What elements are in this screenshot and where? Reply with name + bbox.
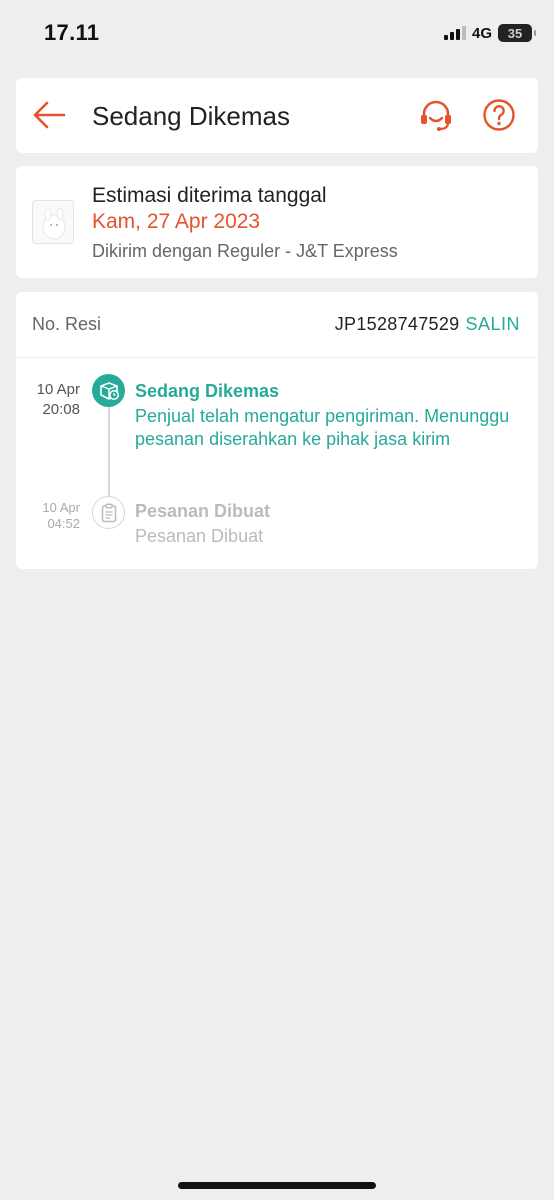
tracking-number-label: No. Resi: [32, 314, 102, 334]
signal-icon: [443, 26, 466, 40]
event-datetime: 10 Apr 20:08: [16, 380, 80, 420]
back-button[interactable]: [32, 100, 66, 130]
event-description: Pesanan Dibuat: [135, 526, 264, 546]
home-indicator[interactable]: [178, 1182, 376, 1189]
package-clock-icon: [99, 381, 119, 400]
customer-support-button[interactable]: [418, 98, 454, 134]
timeline-status-marker: [92, 374, 125, 407]
tracking-card: No. Resi JP1528747529 SALIN 10 Apr 20:08…: [16, 292, 538, 569]
product-image: [42, 207, 66, 240]
network-label: 4G: [471, 24, 492, 42]
page-title: Sedang Dikemas: [92, 101, 290, 131]
delivery-estimate-card: Estimasi diterima tanggal Kam, 27 Apr 20…: [16, 166, 538, 278]
arrow-left-icon: [33, 101, 66, 129]
event-time: 04:52: [47, 516, 80, 531]
help-button[interactable]: [482, 98, 516, 132]
header-bar: Sedang Dikemas: [16, 78, 538, 153]
timeline-connector: [108, 404, 110, 496]
status-bar: 17.11 4G 35: [0, 0, 554, 66]
status-indicators: 4G 35: [443, 22, 536, 44]
event-date: 10 Apr: [42, 500, 80, 515]
event-date: 10 Apr: [36, 381, 80, 398]
event-time: 20:08: [42, 401, 80, 418]
product-thumbnail[interactable]: [32, 200, 74, 244]
battery-level: 35: [507, 25, 523, 41]
event-title: Pesanan Dibuat: [135, 501, 271, 521]
estimate-label: Estimasi diterima tanggal: [92, 184, 327, 207]
event-datetime: 10 Apr 04:52: [16, 500, 80, 532]
tracking-number: JP1528747529: [334, 314, 460, 334]
question-circle-icon: [483, 99, 515, 131]
tracking-number-row: No. Resi JP1528747529 SALIN: [16, 292, 538, 358]
copy-tracking-button[interactable]: SALIN: [465, 314, 520, 335]
headset-icon: [421, 100, 451, 131]
clipboard-icon: [101, 503, 116, 522]
timeline-status-marker: [92, 496, 125, 529]
courier-info: Dikirim dengan Reguler - J&T Express: [92, 241, 398, 261]
event-description: Penjual telah mengatur pengiriman. Menun…: [135, 406, 510, 449]
status-time: 17.11: [44, 20, 100, 45]
estimate-date: Kam, 27 Apr 2023: [92, 210, 261, 233]
battery-icon: 35: [498, 24, 536, 42]
event-title: Sedang Dikemas: [135, 381, 280, 401]
